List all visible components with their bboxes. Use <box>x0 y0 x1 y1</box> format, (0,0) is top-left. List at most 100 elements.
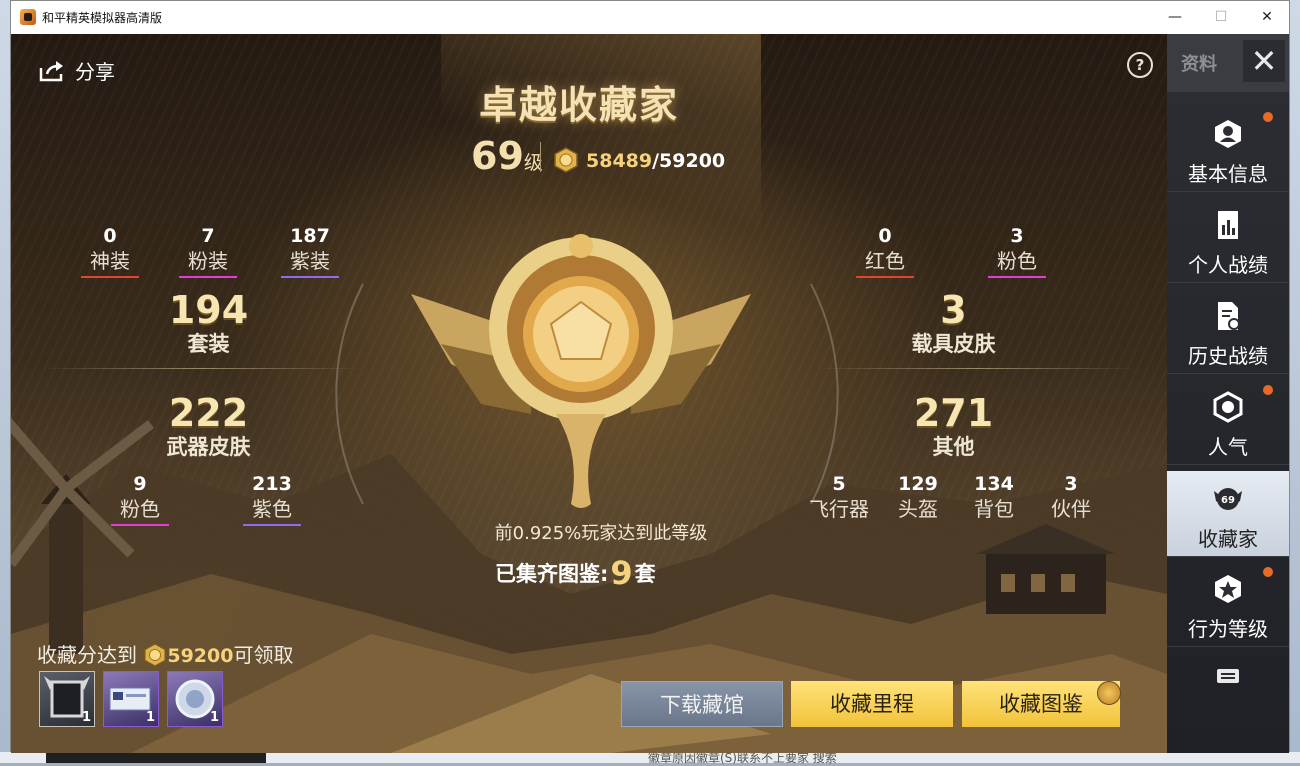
divider-right <box>816 368 1136 369</box>
share-label: 分享 <box>75 60 115 84</box>
desktop-bottom-strip: 徽章原因徽章(S)联系不上要家 搜索 <box>0 751 1300 765</box>
level-number: 69 <box>471 134 524 178</box>
stat-value: 3 <box>1064 473 1078 495</box>
stat-label: 紫色 <box>252 497 292 521</box>
stat-pink-gear[interactable]: 7 粉装 <box>179 224 237 278</box>
stat-aircraft[interactable]: 5 飞行器 <box>807 472 871 522</box>
stat-mythic[interactable]: 0 神装 <box>81 224 139 278</box>
window-title: 和平精英模拟器高清版 <box>42 11 163 25</box>
stat-value: 129 <box>898 473 938 495</box>
stat-value: 3 <box>940 288 967 332</box>
stat-underline <box>856 276 914 278</box>
reward-count: 1 <box>209 710 219 725</box>
stat-others[interactable]: 271 其他 <box>906 392 1001 460</box>
reward-condition: 收藏分达到 59200可领取 <box>37 639 293 668</box>
stat-label: 武器皮肤 <box>166 435 251 459</box>
stat-weapon-skins[interactable]: 222 武器皮肤 <box>141 392 276 460</box>
level-separator <box>540 142 541 172</box>
notification-dot <box>1263 385 1273 395</box>
stats-chart-icon <box>1218 211 1238 239</box>
gift-icon <box>1097 681 1121 705</box>
stat-underline <box>111 524 169 526</box>
stat-red[interactable]: 0 红色 <box>856 224 914 278</box>
stat-label: 粉色 <box>997 249 1037 273</box>
collection-catalog-button[interactable]: 收藏图鉴 <box>962 681 1120 727</box>
reward-slot-card[interactable]: 1 <box>103 671 159 727</box>
maximize-button[interactable]: ☐ <box>1198 1 1244 34</box>
sidebar-item-history[interactable]: 历史战绩 <box>1167 288 1289 374</box>
collection-score: 58489/59200 <box>586 150 725 172</box>
game-viewport: 分享 ? 卓越收藏家 69级 58489/59200 0 神装 7 粉装 187… <box>11 34 1167 753</box>
reward-prefix: 收藏分达到 <box>37 643 137 667</box>
stat-underline <box>81 276 139 278</box>
collector-level: 69级 <box>471 134 543 178</box>
stat-value: 3 <box>1010 225 1024 247</box>
stat-underline <box>988 276 1046 278</box>
stat-backpacks[interactable]: 134 背包 <box>969 472 1019 522</box>
stat-value: 213 <box>252 473 292 495</box>
sidebar-item-label: 行为等级 <box>1188 617 1268 641</box>
desktop-right-edge <box>1290 0 1300 763</box>
stat-value: 271 <box>913 391 994 435</box>
reward-slot-frame[interactable]: 1 <box>39 671 95 727</box>
stat-weapon-pink[interactable]: 9 粉色 <box>111 472 169 526</box>
sidebar-header: 资料 ✕ <box>1167 34 1289 92</box>
score-max: /59200 <box>652 150 726 172</box>
minimize-button[interactable]: — <box>1152 1 1198 34</box>
stat-weapon-purple[interactable]: 213 紫色 <box>243 472 301 526</box>
notification-dot <box>1263 112 1273 122</box>
sidebar-item-label: 人气 <box>1208 435 1248 459</box>
title-bar: 和平精英模拟器高清版 — ☐ ✕ <box>11 1 1289 34</box>
collector-badge-icon: 69 <box>1214 488 1242 510</box>
collection-coin-icon <box>554 147 578 173</box>
sidebar-item-label: 收藏家 <box>1198 527 1258 551</box>
history-doc-icon <box>1218 302 1240 330</box>
app-icon <box>20 9 36 25</box>
menu-icon[interactable] <box>1217 669 1239 683</box>
completed-catalog: 已集齐图鉴:9套 <box>495 554 656 592</box>
stat-label: 粉色 <box>120 497 160 521</box>
stat-label: 背包 <box>974 497 1014 521</box>
stat-label: 粉装 <box>188 249 228 273</box>
popularity-icon <box>1213 391 1243 423</box>
stat-value: 7 <box>201 225 215 247</box>
stat-helmets[interactable]: 129 头盔 <box>893 472 943 522</box>
help-button[interactable]: ? <box>1127 52 1153 78</box>
reward-suffix: 可领取 <box>233 643 294 667</box>
stat-purple-gear[interactable]: 187 紫装 <box>281 224 339 278</box>
sidebar-item-label: 历史战绩 <box>1188 344 1268 368</box>
download-gallery-button[interactable]: 下载藏馆 <box>621 681 783 727</box>
share-button[interactable]: 分享 <box>39 56 115 85</box>
stat-label: 载具皮肤 <box>911 332 996 356</box>
sidebar-item-basic-info[interactable]: 基本信息 <box>1167 106 1289 192</box>
stat-companions[interactable]: 3 伙伴 <box>1046 472 1096 522</box>
share-icon <box>39 60 63 81</box>
stat-vehicle-skins[interactable]: 3 载具皮肤 <box>891 289 1016 357</box>
stat-value: 0 <box>103 225 117 247</box>
stat-label: 其他 <box>932 435 975 459</box>
collection-milestone-button[interactable]: 收藏里程 <box>791 681 953 727</box>
stat-value: 194 <box>168 288 249 332</box>
stat-suits[interactable]: 194 套装 <box>151 289 266 357</box>
reward-count: 1 <box>145 710 155 725</box>
sidebar-item-behavior-level[interactable]: 行为等级 <box>1167 561 1289 647</box>
stat-label: 套装 <box>187 332 230 356</box>
stat-vehicle-pink[interactable]: 3 粉色 <box>988 224 1046 278</box>
stat-underline <box>243 524 301 526</box>
divider-left <box>41 368 361 369</box>
sidebar-item-label: 个人战绩 <box>1188 253 1268 277</box>
desktop-left-edge <box>0 0 10 763</box>
sidebar-title: 资料 <box>1181 54 1217 75</box>
sidebar-item-personal-stats[interactable]: 个人战绩 <box>1167 197 1289 283</box>
close-panel-button[interactable]: ✕ <box>1243 40 1285 82</box>
stat-label: 伙伴 <box>1051 497 1091 521</box>
stat-underline <box>179 276 237 278</box>
reward-slot-badge[interactable]: 1 <box>167 671 223 727</box>
sidebar-item-collector[interactable]: 69 收藏家 <box>1167 471 1289 557</box>
stat-label: 飞行器 <box>809 497 869 521</box>
collector-title: 卓越收藏家 <box>479 83 680 127</box>
completed-suffix: 套 <box>634 562 656 586</box>
sidebar-item-popularity[interactable]: 人气 <box>1167 379 1289 465</box>
profile-sidebar: 资料 ✕ 基本信息 个人战绩 历史战绩 人气 69 收藏家 行为等级 <box>1167 34 1289 753</box>
close-window-button[interactable]: ✕ <box>1244 1 1290 34</box>
